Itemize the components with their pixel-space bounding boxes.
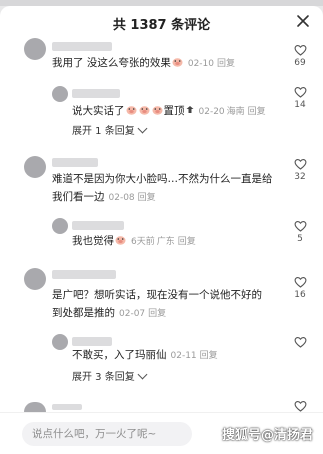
comment-text: 难道不是因为你大小脸吗…不然为什么一直是给 — [52, 170, 273, 188]
comments-title: 共 1387 条评论 — [112, 18, 211, 33]
comments-header: 共 1387 条评论 — [0, 6, 323, 38]
comment-input-box[interactable] — [22, 422, 192, 446]
comment-item: 是广吧？想听实话，现在没有一个说他不好的 到处都是推的 02-07 回复 16 — [0, 266, 323, 326]
pig-face-emoji — [152, 103, 163, 115]
expand-label: 展开 1 条回复 — [72, 126, 135, 137]
reply-button[interactable]: 回复 — [148, 309, 166, 319]
comments-sheet: 共 1387 条评论 我用了 没这么夸张的效果 02-10 回复 69 说大实话了置… — [0, 6, 323, 454]
pig-face-emoji — [115, 233, 126, 245]
username-blurred[interactable] — [52, 42, 112, 51]
username-blurred[interactable] — [72, 337, 112, 346]
comment-text: 不敢买，入了玛丽仙 02-11 回复 — [72, 346, 218, 365]
heart-icon — [294, 337, 306, 348]
comment-item — [0, 400, 323, 412]
comment-date: 02-08 — [108, 193, 135, 203]
heart-icon — [294, 87, 306, 98]
expand-label: 展开 3 条回复 — [72, 372, 135, 383]
comment-body: 说大实话了 — [72, 105, 125, 117]
like-count: 32 — [294, 172, 306, 182]
avatar[interactable] — [52, 218, 68, 234]
heart-icon — [294, 45, 306, 56]
pig-face-emoji — [172, 55, 183, 67]
comment-input-bar: 搜狐号@清扬君 — [0, 412, 323, 454]
comment-text: 是广吧？想听实话，现在没有一个说他不好的 — [52, 286, 262, 304]
comment-item: 难道不是因为你大小脸吗…不然为什么一直是给 我们看一边 02-08 回复 32 — [0, 152, 323, 208]
chevron-down-icon — [137, 369, 148, 380]
heart-icon — [294, 159, 306, 170]
comment-body: 是广吧？想听实话，现在没有一个说他不好的 — [52, 289, 262, 301]
avatar[interactable] — [24, 156, 46, 178]
expand-replies-button[interactable]: 展开 3 条回复 — [72, 368, 148, 383]
like-count: 14 — [294, 100, 306, 110]
comment-date: 02-10 — [187, 59, 214, 69]
comment-body: 难道不是因为你大小脸吗…不然为什么一直是给 — [52, 173, 273, 185]
watermark: 搜狐号@清扬君 — [221, 428, 313, 443]
like-button[interactable]: 5 — [291, 220, 309, 244]
comment-item: 我也觉得 6天前 广东 回复 5 — [0, 216, 323, 256]
avatar[interactable] — [24, 402, 46, 412]
comment-text: 我用了 没这么夸张的效果 02-10 回复 — [52, 54, 235, 73]
expand-replies-button[interactable]: 展开 1 条回复 — [72, 122, 148, 137]
comment-text-line2: 到处都是推的 02-07 回复 — [52, 304, 166, 323]
username-blurred[interactable] — [52, 270, 116, 279]
username-blurred[interactable] — [52, 158, 98, 167]
close-icon[interactable] — [295, 13, 311, 29]
top-badge-icon — [185, 103, 195, 113]
like-button[interactable]: 69 — [291, 44, 309, 68]
comment-location: 海南 — [226, 107, 245, 117]
avatar[interactable] — [24, 38, 46, 60]
comment-item: 说大实话了 置顶 02-20 海南 回复 展开 1 条回复 14 — [0, 82, 323, 138]
comment-location: 广东 — [156, 237, 175, 247]
comment-body: 我们看一边 — [52, 191, 105, 203]
comment-text-line2: 我们看一边 02-08 回复 — [52, 188, 156, 207]
username-blurred[interactable] — [52, 404, 82, 410]
comment-body: 我也觉得 — [72, 235, 114, 247]
reply-button[interactable]: 回复 — [200, 351, 218, 361]
comment-body: 我用了 没这么夸张的效果 — [52, 57, 171, 69]
comment-text: 我也觉得 6天前 广东 回复 — [72, 232, 196, 251]
heart-icon — [294, 277, 306, 288]
reply-button[interactable]: 回复 — [178, 237, 196, 247]
pig-face-emoji — [139, 103, 150, 115]
like-count: 5 — [297, 234, 303, 244]
comment-date: 6天前 — [131, 237, 155, 247]
comment-text: 说大实话了 置顶 02-20 海南 回复 — [72, 102, 266, 121]
like-button[interactable] — [291, 336, 309, 350]
reply-button[interactable]: 回复 — [248, 107, 266, 117]
comment-body: 到处都是推的 — [52, 307, 115, 319]
chevron-down-icon — [137, 123, 148, 134]
comment-body: 不敢买，入了玛丽仙 — [72, 349, 167, 361]
comment-date: 02-11 — [170, 351, 197, 361]
pig-face-emoji — [126, 103, 137, 115]
comment-date: 02-20 — [198, 107, 225, 117]
comment-item: 我用了 没这么夸张的效果 02-10 回复 69 — [0, 38, 323, 78]
reply-button[interactable]: 回复 — [138, 193, 156, 203]
avatar[interactable] — [52, 334, 68, 350]
like-count: 16 — [294, 290, 306, 300]
like-button[interactable] — [291, 400, 309, 412]
reply-button[interactable]: 回复 — [217, 59, 235, 69]
avatar[interactable] — [52, 86, 68, 102]
like-button[interactable]: 16 — [291, 276, 309, 300]
pinned-text: 置顶 — [163, 105, 185, 117]
comment-date: 02-07 — [119, 309, 146, 319]
like-count: 69 — [294, 58, 306, 68]
comment-item: 不敢买，入了玛丽仙 02-11 回复 展开 3 条回复 — [0, 332, 323, 388]
heart-icon — [294, 221, 306, 232]
heart-icon — [294, 401, 306, 412]
username-blurred[interactable] — [72, 221, 124, 230]
like-button[interactable]: 32 — [291, 158, 309, 182]
like-button[interactable]: 14 — [291, 86, 309, 110]
username-blurred[interactable] — [72, 89, 120, 98]
avatar[interactable] — [24, 268, 46, 290]
comment-input[interactable] — [32, 422, 182, 446]
